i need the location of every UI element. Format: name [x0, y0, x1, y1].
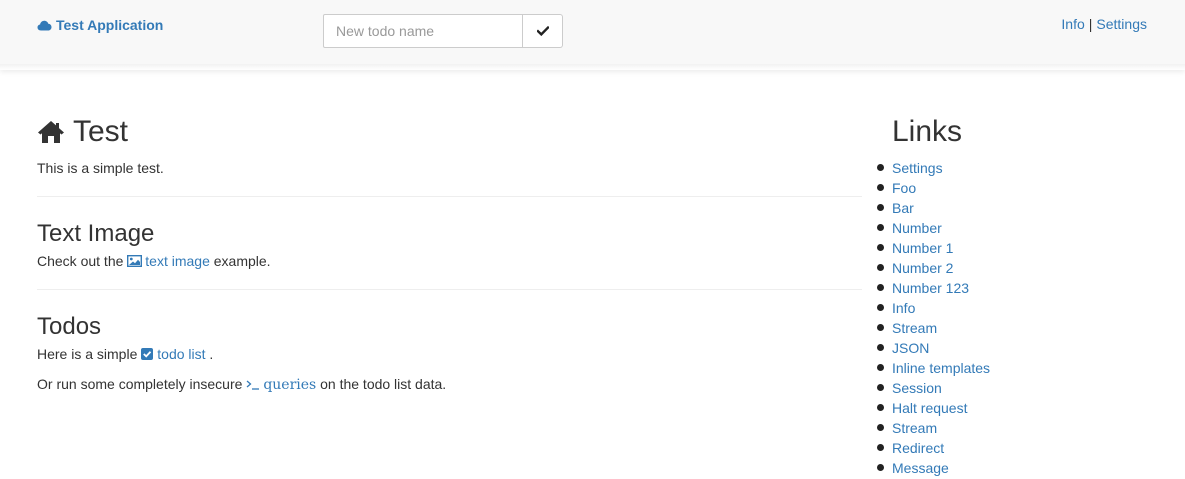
- link-settings[interactable]: Settings: [892, 160, 943, 176]
- check-icon: [536, 26, 549, 36]
- links-list: Settings Foo Bar Number Number 1 Number …: [877, 158, 1152, 478]
- todo-list-link-label: todo list: [157, 346, 206, 362]
- divider: [37, 289, 862, 290]
- todo-list-link[interactable]: todo list: [141, 346, 206, 362]
- link-number-123[interactable]: Number 123: [892, 280, 969, 296]
- home-icon: [38, 121, 64, 143]
- todos-line-1: Here is a simple todo list .: [37, 344, 862, 364]
- brand-link[interactable]: Test Application: [37, 16, 163, 34]
- link-json[interactable]: JSON: [892, 340, 929, 356]
- link-foo[interactable]: Foo: [892, 180, 916, 196]
- list-item: Session: [877, 378, 1152, 398]
- nav-info-link[interactable]: Info: [1061, 16, 1084, 32]
- list-item: Message: [877, 458, 1152, 478]
- nav-separator: |: [1088, 16, 1093, 32]
- sidebar: Links Settings Foo Bar Number Number 1 N…: [877, 108, 1152, 478]
- sidebar-title: Links: [892, 115, 963, 148]
- link-info[interactable]: Info: [892, 300, 915, 316]
- list-item: Number: [877, 218, 1152, 238]
- add-todo-button[interactable]: [523, 14, 563, 48]
- text-image-link-label: text image: [145, 253, 210, 269]
- list-item: Number 1: [877, 238, 1152, 258]
- text-image-prefix: Check out the: [37, 253, 124, 269]
- list-item: Foo: [877, 178, 1152, 198]
- intro-text: This is a simple test.: [37, 160, 164, 176]
- todos-line-2-prefix: Or run some completely insecure: [37, 376, 243, 392]
- link-halt-request[interactable]: Halt request: [892, 400, 967, 416]
- list-item: JSON: [877, 338, 1152, 358]
- link-stream[interactable]: Stream: [892, 320, 937, 336]
- todos-heading: Todos: [37, 313, 102, 340]
- text-image-paragraph: Check out the text image example.: [37, 251, 862, 271]
- list-item: Stream: [877, 418, 1152, 438]
- link-bar[interactable]: Bar: [892, 200, 914, 216]
- new-todo-input[interactable]: [323, 14, 523, 48]
- todos-line-1-suffix: .: [209, 346, 214, 362]
- queries-link[interactable]: queries: [246, 377, 316, 393]
- link-message[interactable]: Message: [892, 460, 949, 476]
- brand-label: Test Application: [56, 17, 164, 33]
- link-number[interactable]: Number: [892, 220, 942, 236]
- cloud-icon: [37, 20, 52, 30]
- divider: [37, 196, 862, 197]
- list-item: Settings: [877, 158, 1152, 178]
- terminal-icon: [246, 380, 260, 390]
- checkbox-icon: [141, 348, 154, 360]
- queries-link-label: queries: [263, 377, 317, 393]
- text-image-link[interactable]: text image: [127, 253, 210, 269]
- nav-links: Info | Settings: [1061, 16, 1147, 32]
- picture-icon: [127, 255, 143, 267]
- page-title-text: Test: [73, 115, 129, 148]
- todos-line-2-suffix: on the todo list data.: [320, 376, 447, 392]
- list-item: Bar: [877, 198, 1152, 218]
- list-item: Stream: [877, 318, 1152, 338]
- list-item: Number 123: [877, 278, 1152, 298]
- list-item: Number 2: [877, 258, 1152, 278]
- link-number-1[interactable]: Number 1: [892, 240, 953, 256]
- list-item: Inline templates: [877, 358, 1152, 378]
- list-item: Halt request: [877, 398, 1152, 418]
- text-image-suffix: example.: [213, 253, 271, 269]
- nav-settings-link[interactable]: Settings: [1096, 16, 1147, 32]
- list-item: Redirect: [877, 438, 1152, 458]
- main-content: Test This is a simple test. Text Image C…: [37, 108, 862, 395]
- link-number-2[interactable]: Number 2: [892, 260, 953, 276]
- list-item: Info: [877, 298, 1152, 318]
- link-redirect[interactable]: Redirect: [892, 440, 944, 456]
- page-title: Test: [37, 108, 862, 156]
- link-stream-2[interactable]: Stream: [892, 420, 937, 436]
- link-session[interactable]: Session: [892, 380, 942, 396]
- todos-line-1-prefix: Here is a simple: [37, 346, 138, 362]
- text-image-heading: Text Image: [37, 220, 155, 247]
- todos-line-2: Or run some completely insecure queries …: [37, 374, 862, 395]
- link-inline-templates[interactable]: Inline templates: [892, 360, 990, 376]
- navbar: Test Application Info|Settings: [0, 0, 1185, 70]
